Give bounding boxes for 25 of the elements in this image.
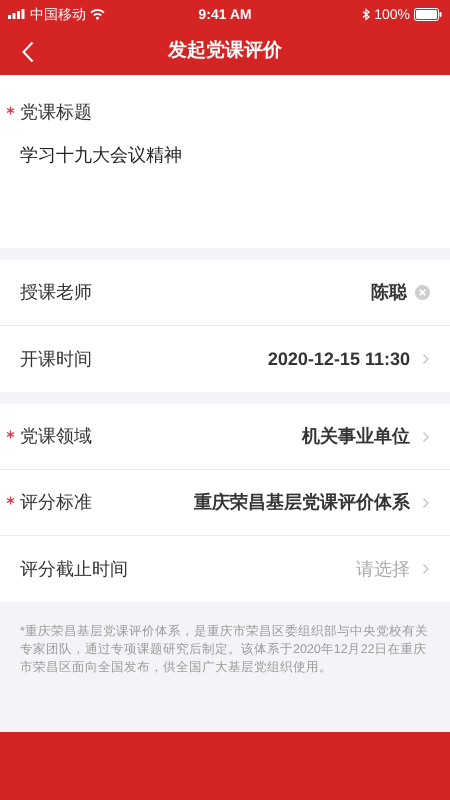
note-text: *重庆荣昌基层党课评价体系，是重庆市荣昌区委组织部与中央党校有关专家团队，通过专项课题研究后制定。该体系于2020年12月22日在重庆市荣昌区面向全国发布，供全国广大基层党组织使用。	[20, 623, 429, 676]
back-icon	[22, 40, 34, 62]
carrier-name: 中国移动	[30, 4, 86, 24]
signal-icon	[8, 9, 26, 19]
bluetooth-icon	[362, 8, 370, 20]
chevron-right-icon	[422, 353, 430, 365]
field-value[interactable]: 重庆荣昌基层党课评价体系	[194, 489, 410, 516]
field-label: 开课时间	[20, 348, 92, 370]
chevron-right-icon	[422, 430, 430, 442]
wifi-icon	[90, 8, 105, 20]
field-label: 党课领域	[20, 425, 92, 448]
field-label: 授课老师	[20, 281, 92, 304]
chevron-right-icon	[422, 496, 430, 508]
field-label: 评分截止时间	[20, 558, 128, 580]
field-label: 党课标题	[20, 101, 92, 124]
battery-percent: 100%	[374, 4, 410, 24]
field-value[interactable]: 陈聪	[371, 279, 407, 306]
battery-icon	[414, 8, 442, 20]
title-input[interactable]: 学习十九大会议精神	[20, 145, 182, 165]
chevron-right-icon	[422, 563, 430, 575]
status-time: 9:41 AM	[198, 4, 252, 24]
page-title: 发起党课评价	[168, 39, 282, 64]
field-label: 评分标准	[20, 491, 92, 514]
field-value[interactable]: 2020-12-15 11:30	[268, 346, 410, 372]
field-value[interactable]: 机关事业单位	[302, 423, 410, 450]
